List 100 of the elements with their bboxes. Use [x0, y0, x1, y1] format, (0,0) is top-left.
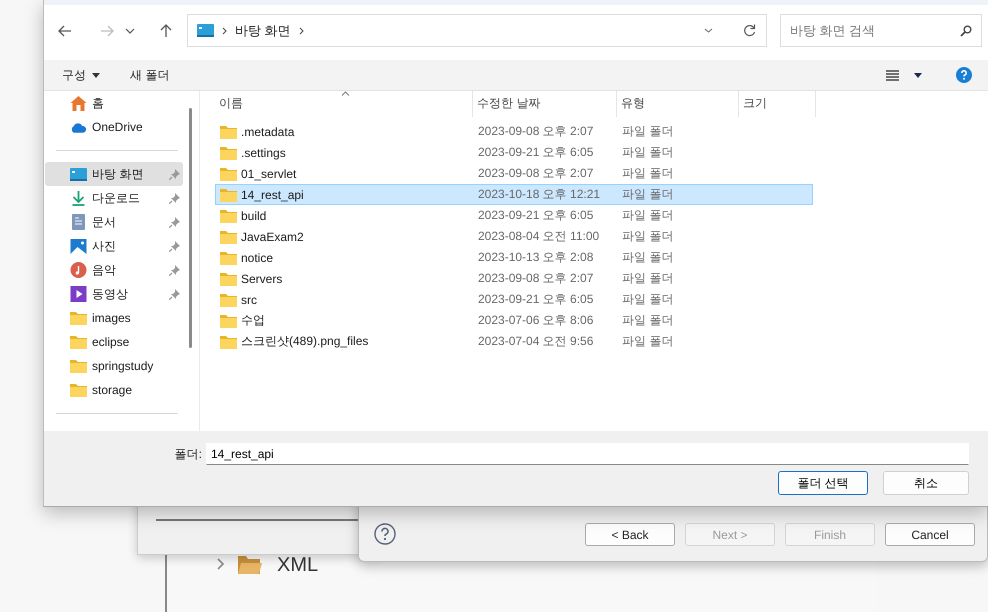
- desktop-icon: [70, 168, 87, 180]
- sidebar-item[interactable]: springstudy: [45, 354, 183, 378]
- sidebar-item[interactable]: 음악: [45, 258, 183, 282]
- sidebar-item[interactable]: OneDrive: [45, 115, 183, 139]
- file-row[interactable]: Servers 2023-09-08 오후 2:07 파일 폴더: [215, 268, 813, 289]
- photo-icon: [70, 238, 87, 254]
- file-name: notice: [241, 250, 274, 264]
- file-name: JavaExam2: [241, 230, 304, 244]
- file-row[interactable]: src 2023-09-21 오후 6:05 파일 폴더: [215, 289, 813, 310]
- music-note-icon: [70, 262, 87, 278]
- scrollbar[interactable]: [189, 108, 192, 348]
- file-name: 스크린샷(489).png_files: [241, 333, 368, 350]
- document-icon: [70, 214, 87, 230]
- select-folder-button[interactable]: 폴더 선택: [778, 471, 868, 495]
- pin-icon[interactable]: [169, 289, 180, 300]
- file-type: 파일 폴더: [621, 186, 674, 203]
- wizard-button[interactable]: Cancel: [885, 523, 975, 546]
- folder-label: 폴더:: [174, 446, 202, 462]
- folder-icon: [220, 250, 237, 264]
- organize-menu[interactable]: 구성: [62, 62, 100, 88]
- sidebar-item[interactable]: eclipse: [45, 330, 183, 354]
- sidebar-item[interactable]: storage: [45, 378, 183, 402]
- file-row[interactable]: JavaExam2 2023-08-04 오전 11:00 파일 폴더: [215, 226, 813, 247]
- file-date: 2023-07-06 오후 8:06: [477, 312, 594, 329]
- up-arrow-icon[interactable]: [160, 24, 172, 38]
- file-row[interactable]: .metadata 2023-09-08 오후 2:07 파일 폴더: [215, 121, 813, 142]
- file-name: build: [241, 208, 266, 222]
- file-date: 2023-09-08 오후 2:07: [477, 165, 594, 182]
- column-header[interactable]: 수정한 날짜: [473, 91, 617, 117]
- file-name: src: [241, 292, 257, 306]
- folder-icon: [220, 124, 237, 138]
- folder-icon: [220, 334, 237, 348]
- pin-icon[interactable]: [169, 193, 180, 204]
- pin-icon[interactable]: [169, 241, 180, 252]
- column-header[interactable]: 이름: [215, 91, 473, 117]
- folder-icon: [70, 359, 87, 373]
- open-folder-icon: [237, 555, 263, 575]
- file-type: 파일 폴더: [621, 123, 674, 140]
- sidebar-item[interactable]: 다운로드: [45, 186, 183, 210]
- cloud-icon: [70, 122, 87, 132]
- file-type: 파일 폴더: [621, 207, 674, 224]
- file-type: 파일 폴더: [621, 228, 674, 245]
- sidebar-item[interactable]: 사진: [45, 234, 183, 258]
- download-icon: [70, 190, 87, 206]
- file-name: 14_rest_api: [241, 188, 304, 202]
- wizard-button[interactable]: < Back: [585, 523, 675, 546]
- pin-icon[interactable]: [169, 265, 180, 276]
- tree-item-label: XML: [277, 554, 318, 576]
- file-row[interactable]: build 2023-09-21 오후 6:05 파일 폴더: [215, 205, 813, 226]
- file-row[interactable]: 01_servlet 2023-09-08 오후 2:07 파일 폴더: [215, 163, 813, 184]
- pin-icon[interactable]: [169, 217, 180, 228]
- video-icon: [70, 286, 87, 302]
- folder-icon: [70, 335, 87, 349]
- folder-icon: [220, 272, 237, 286]
- chevron-down-icon[interactable]: [125, 28, 135, 34]
- folder-icon: [70, 311, 87, 325]
- help-icon[interactable]: [374, 523, 396, 545]
- chevron-right-icon[interactable]: [298, 26, 304, 34]
- file-name: Servers: [241, 272, 282, 286]
- back-arrow-icon[interactable]: [58, 24, 72, 36]
- file-row[interactable]: .settings 2023-09-21 오후 6:05 파일 폴더: [215, 142, 813, 163]
- file-name: 수업: [241, 312, 265, 329]
- address-bar[interactable]: 바탕 화면: [187, 14, 767, 47]
- file-name: .metadata: [241, 124, 294, 138]
- file-row[interactable]: 14_rest_api 2023-10-18 오후 12:21 파일 폴더: [215, 184, 813, 205]
- sidebar-item[interactable]: 동영상: [45, 282, 183, 306]
- file-type: 파일 폴더: [621, 270, 674, 287]
- folder-icon: [220, 166, 237, 180]
- file-row[interactable]: 스크린샷(489).png_files 2023-07-04 오전 9:56 파일 폴더: [215, 331, 813, 352]
- file-date: 2023-09-08 오후 2:07: [477, 123, 594, 140]
- sidebar-item[interactable]: images: [45, 306, 183, 330]
- house-icon: [70, 96, 87, 110]
- sidebar-item[interactable]: 바탕 화면: [45, 162, 183, 186]
- sidebar-item[interactable]: 문서: [45, 210, 183, 234]
- sidebar-item[interactable]: 홈: [45, 91, 183, 115]
- caret-down-icon[interactable]: [914, 72, 922, 78]
- new-folder-button[interactable]: 새 폴더: [130, 62, 170, 88]
- file-type: 파일 폴더: [621, 333, 674, 350]
- column-header[interactable]: 유형: [617, 91, 739, 117]
- refresh-icon[interactable]: [743, 24, 756, 37]
- list-view-icon[interactable]: [886, 70, 899, 80]
- search-field[interactable]: 바탕 화면 검색: [780, 14, 982, 47]
- breadcrumb-item[interactable]: 바탕 화면: [235, 22, 291, 40]
- folder-icon: [220, 314, 237, 328]
- file-row[interactable]: notice 2023-10-13 오후 2:08 파일 폴더: [215, 247, 813, 268]
- folder-icon: [220, 292, 237, 306]
- file-name: .settings: [241, 146, 286, 160]
- file-date: 2023-07-04 오전 9:56: [477, 333, 594, 350]
- help-icon[interactable]: [956, 67, 972, 83]
- caret-down-icon: [92, 72, 100, 78]
- file-type: 파일 폴더: [621, 291, 674, 308]
- column-header[interactable]: 크기: [739, 91, 816, 117]
- dropdown-chevron-icon[interactable]: [704, 28, 713, 33]
- folder-name-field[interactable]: 14_rest_api: [206, 443, 969, 465]
- file-type: 파일 폴더: [621, 312, 674, 329]
- file-row[interactable]: 수업 2023-07-06 오후 8:06 파일 폴더: [215, 310, 813, 331]
- file-type: 파일 폴더: [621, 144, 674, 161]
- cancel-button[interactable]: 취소: [883, 471, 969, 495]
- search-icon: [960, 25, 972, 37]
- file-date: 2023-09-21 오후 6:05: [477, 291, 594, 308]
